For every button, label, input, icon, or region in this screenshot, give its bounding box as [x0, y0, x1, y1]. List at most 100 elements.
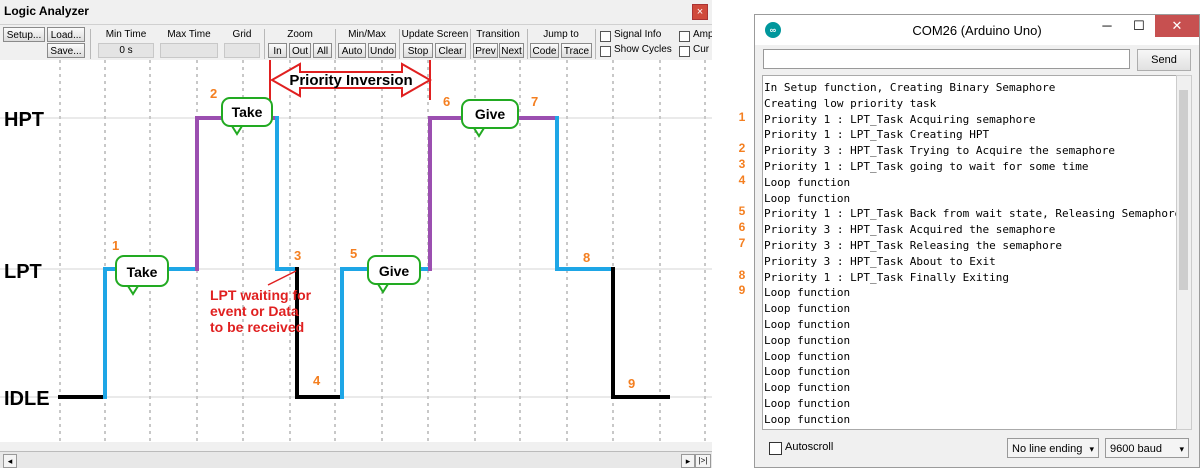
marker-9: 9	[628, 376, 635, 391]
marker-5: 5	[350, 246, 357, 261]
auto-button[interactable]: Auto	[338, 43, 366, 58]
minimize-button[interactable]: ─	[1091, 15, 1123, 37]
marker-6: 6	[443, 94, 450, 109]
cur-checkbox[interactable]	[679, 46, 690, 57]
console-line: Priority 1 : LPT_Task Finally Exiting	[764, 270, 1010, 284]
console-line: Priority 3 : HPT_Task Releasing the sema…	[764, 239, 1063, 252]
line-marker-6: 6	[738, 220, 746, 235]
cur-label: Cur	[693, 44, 710, 55]
scroll-end-icon[interactable]: |>|	[695, 454, 711, 468]
console-line: Creating low priority task	[764, 96, 937, 110]
console-line: Priority 3 : HPT_Task Acquired the semap…	[764, 223, 1056, 237]
marker-8: 8	[583, 250, 590, 265]
grid-label: Grid	[232, 29, 252, 40]
console-line: Loop function	[764, 428, 850, 430]
update-screen-label: Update Screen	[401, 29, 469, 40]
line-marker-3: 3	[738, 157, 746, 171]
amp-label: Amp	[693, 29, 712, 40]
idle-level-label: IDLE	[4, 388, 50, 410]
console-line: Loop function	[764, 333, 851, 347]
close-button[interactable]: ✕	[1155, 15, 1199, 37]
setup-button[interactable]: Setup...	[3, 27, 45, 42]
line-marker-4: 4	[738, 172, 746, 187]
separator	[335, 29, 336, 59]
separator	[470, 29, 471, 59]
marker-3: 3	[294, 248, 301, 263]
svg-text:Give: Give	[379, 263, 410, 279]
line-ending-select[interactable]: No line ending ▾	[1007, 438, 1099, 458]
scroll-left-icon[interactable]: ◂	[3, 454, 17, 468]
zoom-all-button[interactable]: All	[313, 43, 332, 58]
serial-output[interactable]: In Setup function, Creating Binary Semap…	[762, 75, 1178, 430]
title-bar: Logic Analyzer ×	[0, 0, 712, 22]
send-button[interactable]: Send	[1137, 49, 1191, 71]
next-button[interactable]: Next	[499, 43, 524, 58]
baud-rate-select[interactable]: 9600 baud ▾	[1105, 438, 1189, 458]
console-line: Priority 1 : LPT_Task Back from wait sta…	[764, 207, 1178, 221]
marker-1: 1	[112, 238, 119, 253]
show-cycles-label: Show Cycles	[614, 44, 672, 55]
clear-button[interactable]: Clear	[435, 43, 466, 58]
separator	[264, 29, 265, 59]
svg-text:event or Data: event or Data	[210, 303, 299, 319]
transition-label: Transition	[476, 29, 520, 40]
waveform-area[interactable]: HPT LPT IDLE Priority Inversion Take Tak…	[0, 60, 712, 442]
close-button[interactable]: ×	[692, 4, 708, 20]
lpt-level-label: LPT	[4, 261, 42, 283]
console-line: Loop function	[764, 412, 851, 426]
title-bar: ∞ COM26 (Arduino Uno) ─ ☐ ✕	[755, 15, 1199, 45]
console-line: Loop function	[764, 191, 851, 205]
serial-monitor-window: ∞ COM26 (Arduino Uno) ─ ☐ ✕ Send In Setu…	[754, 14, 1200, 468]
line-marker-2: 2	[738, 141, 746, 156]
line-marker-8: 8	[738, 267, 746, 282]
bottom-bar: Autoscroll No line ending ▾ 9600 baud ▾	[755, 433, 1199, 467]
lpt-waiting-note: LPT waiting for event or Data to be rece…	[210, 287, 312, 335]
serial-input[interactable]	[763, 49, 1130, 69]
chevron-down-icon: ▾	[1179, 444, 1184, 454]
vertical-scrollbar[interactable]	[1176, 75, 1192, 430]
marker-2: 2	[210, 86, 217, 101]
autoscroll-label: Autoscroll	[785, 441, 834, 453]
load-button[interactable]: Load...	[47, 27, 85, 42]
marker-4: 4	[313, 373, 321, 388]
svg-text:LPT waiting for: LPT waiting for	[210, 287, 312, 303]
console-line: Loop function	[764, 381, 851, 395]
stop-button[interactable]: Stop	[403, 43, 433, 58]
zoom-in-button[interactable]: In	[268, 43, 287, 58]
line-marker-5: 5	[738, 204, 746, 219]
marker-7: 7	[531, 94, 538, 109]
max-time-value	[160, 43, 218, 58]
line-marker-9: 9	[738, 283, 746, 298]
undo-button[interactable]: Undo	[368, 43, 396, 58]
min-time-value: 0 s	[98, 43, 154, 58]
priority-inversion-label: Priority Inversion	[289, 72, 412, 89]
code-button[interactable]: Code	[530, 43, 559, 58]
zoom-label: Zoom	[287, 29, 313, 40]
console-line: Loop function	[764, 302, 851, 316]
console-line: Loop function	[764, 397, 851, 410]
separator	[90, 29, 91, 59]
prev-button[interactable]: Prev	[473, 43, 498, 58]
toolbar: Setup... Load... Save... Min Time 0 s Ma…	[0, 24, 712, 61]
console-line: Priority 1 : LPT_Task Creating HPT	[764, 128, 990, 142]
console-line: Loop function	[764, 365, 851, 379]
zoom-out-button[interactable]: Out	[289, 43, 311, 58]
maximize-button[interactable]: ☐	[1123, 15, 1155, 37]
signal-info-checkbox[interactable]	[600, 31, 611, 42]
save-button[interactable]: Save...	[47, 43, 85, 58]
min-time-label: Min Time	[105, 29, 147, 40]
console-line: Priority 1 : LPT_Task Acquiring semaphor…	[764, 112, 1036, 126]
svg-text:Take: Take	[127, 264, 158, 280]
logic-analyzer-window: Logic Analyzer × Setup... Load... Save..…	[0, 0, 712, 468]
console-line: Loop function	[764, 349, 851, 363]
grid-value	[224, 43, 260, 58]
amp-checkbox[interactable]	[679, 31, 690, 42]
svg-text:Take: Take	[232, 104, 263, 120]
trace-button[interactable]: Trace	[561, 43, 592, 58]
scrollbar-thumb[interactable]	[1179, 90, 1188, 290]
svg-text:to be received: to be received	[210, 319, 304, 335]
autoscroll-checkbox[interactable]	[769, 442, 782, 455]
show-cycles-checkbox[interactable]	[600, 46, 611, 57]
horizontal-scrollbar[interactable]: ◂ ▸ |>|	[0, 451, 712, 468]
scroll-right-icon[interactable]: ▸	[681, 454, 695, 468]
